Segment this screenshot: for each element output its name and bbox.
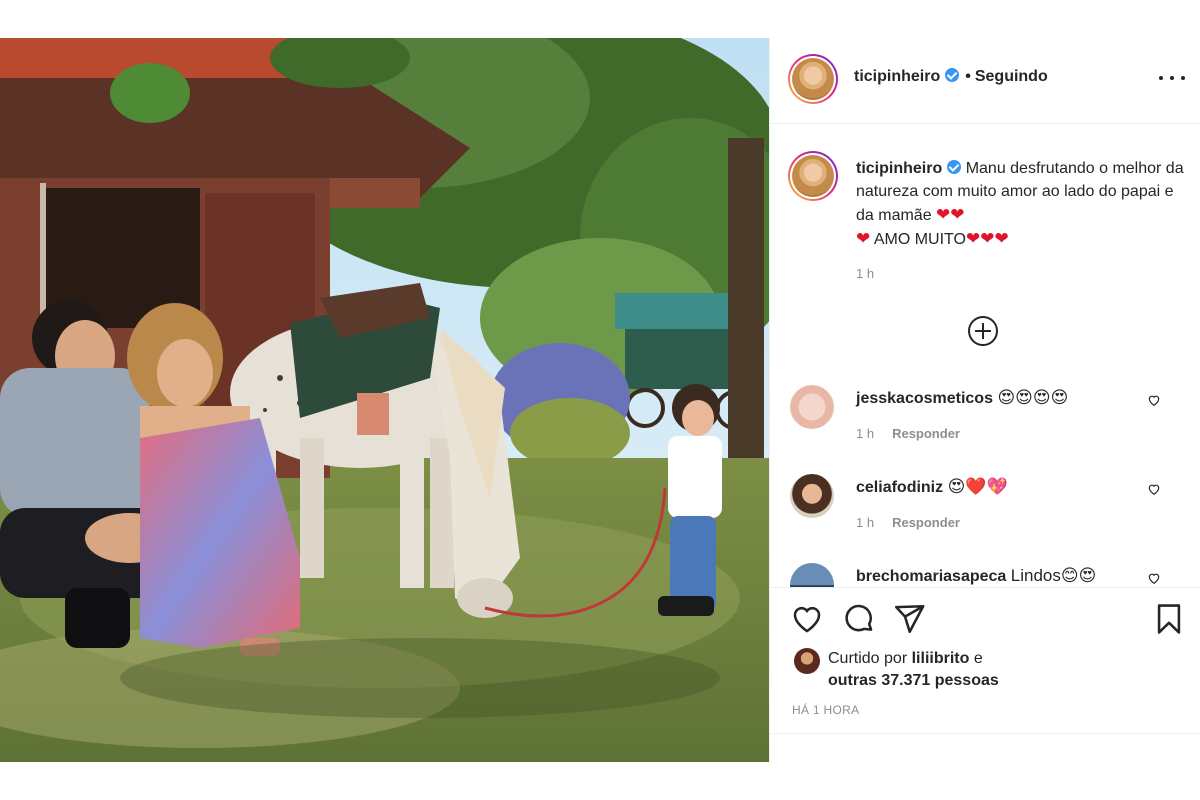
liked-conjunction: e	[973, 650, 983, 667]
comment-item: jesskacosmeticos 😍😍😍😍 1 h Responder	[770, 385, 1200, 465]
share-icon[interactable]	[892, 602, 926, 636]
comment-item: celiafodiniz 😍❤️💖 1 h Responder	[770, 474, 1200, 554]
commenter-avatar[interactable]	[790, 385, 834, 429]
comment-icon[interactable]	[842, 602, 876, 636]
comment-username[interactable]: celiafodiniz	[856, 479, 943, 496]
comments-section[interactable]: ticipinheiro Manu desfrutando o melhor d…	[770, 125, 1200, 587]
caption-username[interactable]: ticipinheiro	[856, 160, 942, 177]
comment-body: Lindos😊😍	[1010, 566, 1097, 585]
comment-time: 1 h	[856, 426, 875, 441]
verified-badge-icon	[945, 68, 960, 82]
heart-emoji-icon: ❤❤❤	[965, 229, 1009, 248]
post-photo[interactable]	[0, 38, 769, 762]
liker-avatar[interactable]	[794, 648, 820, 674]
comment-body: 😍❤️💖	[947, 477, 1008, 496]
verified-badge-icon	[947, 160, 962, 174]
caption-time: 1 h	[856, 266, 875, 281]
add-comment-area[interactable]	[770, 733, 1200, 763]
load-more-comments-icon[interactable]	[968, 316, 998, 346]
post-actions: Curtido por liliibrito e outras 37.371 p…	[770, 587, 1200, 762]
more-options-icon[interactable]	[1159, 68, 1185, 88]
liked-by-text: Curtido por liliibrito e outras 37.371 p…	[828, 648, 1048, 692]
header-username-row: ticipinheiro • Seguindo	[854, 68, 1048, 86]
comment-meta: 1 h Responder	[856, 426, 960, 441]
heart-emoji-icon: ❤❤	[936, 205, 965, 224]
post-details-panel: ticipinheiro • Seguindo ticipinheiro Manu …	[769, 38, 1200, 762]
comment-time: 1 h	[856, 515, 875, 530]
comment-text-row: celiafodiniz 😍❤️💖	[856, 477, 1008, 497]
heart-emoji-icon: ❤	[856, 229, 871, 248]
post-time-ago[interactable]: HÁ 1 HORA	[792, 703, 859, 717]
like-heart-icon[interactable]	[790, 602, 824, 636]
comment-like-heart-icon[interactable]	[1147, 482, 1161, 496]
profile-avatar[interactable]	[788, 54, 838, 104]
caption-body-2: AMO MUITO	[873, 231, 966, 248]
comment-item: brechomariasapeca Lindos😊😍	[770, 563, 1200, 587]
likes-count-link[interactable]: outras 37.371 pessoas	[828, 672, 999, 689]
liked-prefix: Curtido por	[828, 650, 908, 667]
comment-like-heart-icon[interactable]	[1147, 571, 1161, 585]
following-button[interactable]: Seguindo	[975, 68, 1048, 85]
save-bookmark-icon[interactable]	[1152, 602, 1186, 636]
comment-username[interactable]: brechomariasapeca	[856, 568, 1006, 585]
commenter-avatar[interactable]	[790, 563, 834, 587]
reply-button[interactable]: Responder	[892, 426, 960, 441]
liked-by-username[interactable]: liliibrito	[912, 650, 970, 667]
comment-like-heart-icon[interactable]	[1147, 393, 1161, 407]
separator-dot: •	[965, 68, 971, 85]
caption-avatar[interactable]	[788, 151, 838, 201]
comment-text-row: brechomariasapeca Lindos😊😍	[856, 566, 1096, 586]
comment-username[interactable]: jesskacosmeticos	[856, 390, 993, 407]
caption-text: ticipinheiro Manu desfrutando o melhor d…	[856, 157, 1186, 251]
comment-body: 😍😍😍😍	[997, 388, 1069, 407]
header-username[interactable]: ticipinheiro	[854, 68, 940, 85]
commenter-avatar[interactable]	[790, 474, 834, 518]
post-header: ticipinheiro • Seguindo	[770, 38, 1200, 124]
photo-illustration	[0, 38, 769, 762]
reply-button[interactable]: Responder	[892, 515, 960, 530]
comment-text-row: jesskacosmeticos 😍😍😍😍	[856, 388, 1068, 408]
comment-meta: 1 h Responder	[856, 515, 960, 530]
